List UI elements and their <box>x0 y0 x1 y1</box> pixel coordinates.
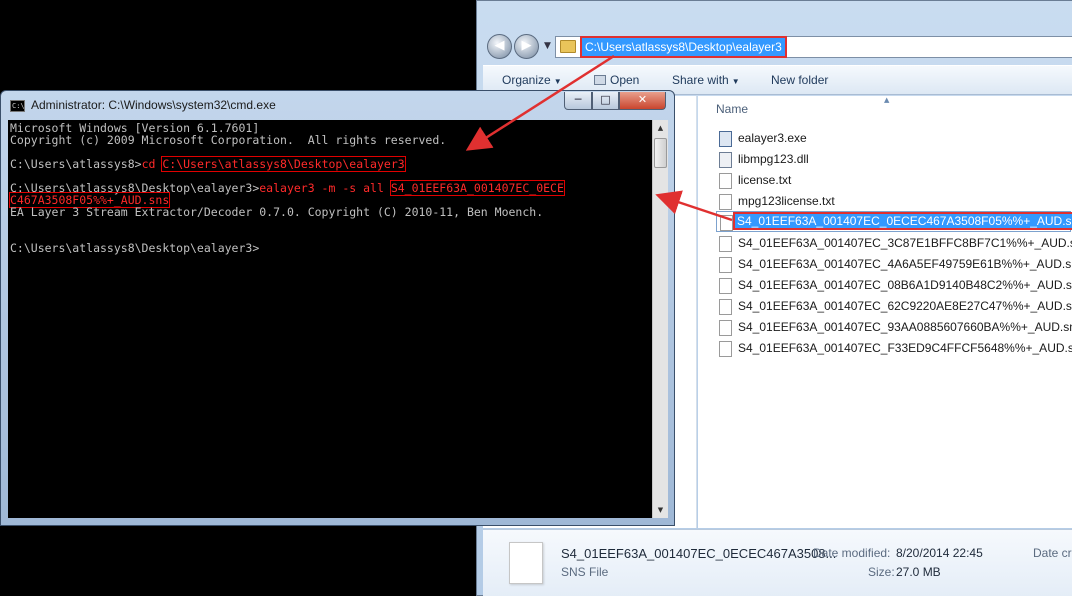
console-output[interactable]: Microsoft Windows [Version 6.1.7601] Cop… <box>8 120 652 518</box>
open-icon <box>594 75 606 85</box>
exe-icon <box>719 131 732 147</box>
back-button[interactable]: ◀ <box>487 34 512 59</box>
file-name: ealayer3.exe <box>738 131 807 145</box>
details-file-name: S4_01EEF63A_001407EC_0ECEC467A3508... <box>561 546 837 561</box>
file-row[interactable]: license.txt <box>716 170 1071 191</box>
file-name: S4_01EEF63A_001407EC_93AA0885607660BA%%+… <box>738 320 1072 334</box>
command-text: ealayer3 -m -s all <box>259 181 391 195</box>
file-name: S4_01EEF63A_001407EC_F33ED9C4FFCF5648%%+… <box>738 341 1072 355</box>
maximize-button[interactable]: □ <box>592 92 619 110</box>
scroll-thumb[interactable] <box>654 138 667 168</box>
file-list[interactable]: ▲ Name ealayer3.exe libmpg123.dll licens… <box>698 96 1072 528</box>
file-icon <box>719 299 732 315</box>
console-line: Copyright (c) 2009 Microsoft Corporation… <box>10 133 447 147</box>
size-label: Size: <box>868 565 895 579</box>
text-file-icon <box>719 173 732 189</box>
file-row[interactable]: S4_01EEF63A_001407EC_08B6A1D9140B48C2%%+… <box>716 275 1072 296</box>
file-name: license.txt <box>738 173 792 187</box>
file-name: S4_01EEF63A_001407EC_4A6A5EF49759E61B%%+… <box>738 257 1072 271</box>
file-name-rename-field[interactable]: S4_01EEF63A_001407EC_0ECEC467A3508F05%%+… <box>732 212 1072 230</box>
share-with-label: Share with <box>672 73 729 87</box>
chevron-down-icon: ▼ <box>731 77 740 86</box>
file-icon <box>719 236 732 252</box>
file-icon <box>719 278 732 294</box>
file-name: S4_01EEF63A_001407EC_08B6A1D9140B48C2%%+… <box>738 278 1072 292</box>
command-text: cd <box>141 157 163 171</box>
file-row[interactable]: S4_01EEF63A_001407EC_62C9220AE8E27C47%%+… <box>716 296 1072 317</box>
file-icon <box>719 320 732 336</box>
share-with-button[interactable]: Share with ▼ <box>672 73 740 87</box>
new-folder-button[interactable]: New folder <box>771 73 828 87</box>
scroll-down-icon[interactable]: ▼ <box>653 502 668 518</box>
scroll-up-icon[interactable]: ▲ <box>653 120 668 136</box>
column-header-name[interactable]: Name <box>716 102 748 116</box>
file-row[interactable]: S4_01EEF63A_001407EC_3C87E1BFFC8BF7C1%%+… <box>716 233 1072 254</box>
minimize-button[interactable]: ─ <box>564 92 592 110</box>
file-name: mpg123license.txt <box>738 194 835 208</box>
console-line: C:\Users\atlassys8>cd C:\Users\atlassys8… <box>10 156 406 172</box>
file-row[interactable]: S4_01EEF63A_001407EC_4A6A5EF49759E61B%%+… <box>716 254 1072 275</box>
file-row-selected[interactable]: S4_01EEF63A_001407EC_0ECEC467A3508F05%%+… <box>716 211 1072 232</box>
file-row[interactable]: mpg123license.txt <box>716 191 1071 212</box>
text-file-icon <box>719 194 732 210</box>
folder-icon <box>560 40 576 53</box>
open-label: Open <box>610 73 640 87</box>
file-name: libmpg123.dll <box>738 152 809 166</box>
cmd-window: C:\ Administrator: C:\Windows\system32\c… <box>0 90 675 526</box>
date-created-label: Date cre <box>1033 546 1072 560</box>
date-modified-value: 8/20/2014 22:45 <box>896 546 983 560</box>
highlighted-path: C:\Users\atlassys8\Desktop\ealayer3 <box>161 156 406 172</box>
close-button[interactable]: ✕ <box>619 92 666 110</box>
size-value: 27.0 MB <box>896 565 941 579</box>
file-preview-icon <box>509 542 543 584</box>
highlighted-filename: S4_01EEF63A_001407EC_0ECE <box>389 180 565 196</box>
organize-button[interactable]: Organize ▼ <box>502 73 562 87</box>
file-row[interactable]: libmpg123.dll <box>716 149 1071 170</box>
file-name: S4_01EEF63A_001407EC_62C9220AE8E27C47%%+… <box>738 299 1072 313</box>
file-icon <box>719 257 732 273</box>
vertical-scrollbar[interactable]: ▲ ▼ <box>652 120 668 518</box>
date-modified-label: Date modified: <box>813 546 891 560</box>
cmd-icon: C:\ <box>10 100 25 112</box>
file-name: S4_01EEF63A_001407EC_3C87E1BFFC8BF7C1%%+… <box>738 236 1072 250</box>
chevron-down-icon: ▼ <box>553 77 562 86</box>
dll-icon <box>719 152 732 168</box>
file-row[interactable]: ealayer3.exe <box>716 128 1071 149</box>
address-bar[interactable]: C:\Users\atlassys8\Desktop\ealayer3 <box>555 36 1072 58</box>
open-button[interactable]: Open <box>594 73 639 87</box>
recent-pages-chevron-icon[interactable]: ▼ <box>544 41 551 51</box>
details-pane: S4_01EEF63A_001407EC_0ECEC467A3508... SN… <box>483 529 1072 596</box>
prompt: C:\Users\atlassys8> <box>10 157 142 171</box>
file-icon <box>720 215 733 231</box>
window-title: Administrator: C:\Windows\system32\cmd.e… <box>31 98 276 112</box>
forward-button[interactable]: ▶ <box>514 34 539 59</box>
address-row: ◀ ▶ ▼ C:\Users\atlassys8\Desktop\ealayer… <box>485 31 1072 61</box>
address-path[interactable]: C:\Users\atlassys8\Desktop\ealayer3 <box>580 36 787 58</box>
file-row[interactable]: S4_01EEF63A_001407EC_F33ED9C4FFCF5648%%+… <box>716 338 1072 359</box>
file-icon <box>719 341 732 357</box>
console-line: C:\Users\atlassys8\Desktop\ealayer3> <box>10 241 260 255</box>
console-line: EA Layer 3 Stream Extractor/Decoder 0.7.… <box>10 205 544 219</box>
details-file-type: SNS File <box>561 565 609 579</box>
file-row[interactable]: S4_01EEF63A_001407EC_93AA0885607660BA%%+… <box>716 317 1072 338</box>
sort-ascending-icon: ▲ <box>884 96 890 104</box>
organize-label: Organize <box>502 73 551 87</box>
new-folder-label: New folder <box>771 73 829 87</box>
